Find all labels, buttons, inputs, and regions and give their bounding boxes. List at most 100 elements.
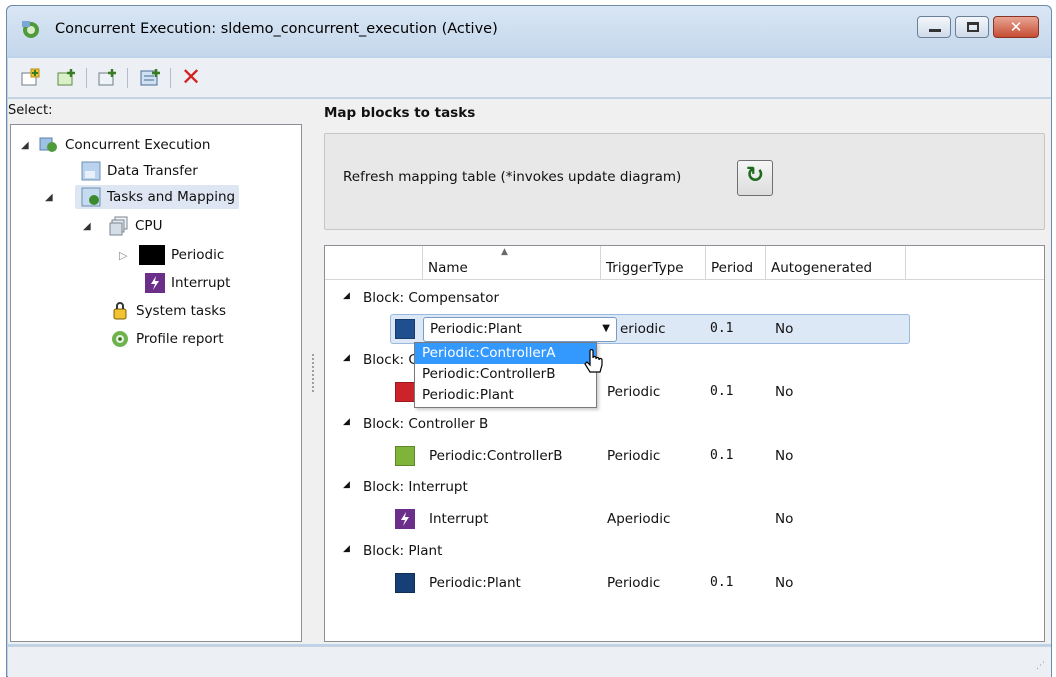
- refresh-icon: ↻: [745, 163, 765, 188]
- group-row[interactable]: ◢ Block: Compensator: [325, 284, 1044, 314]
- table-row[interactable]: Periodic:ControllerB Periodic 0.1 No: [325, 441, 1044, 472]
- group-row[interactable]: ◢ Block: Controller B: [325, 410, 1044, 440]
- tree-item-periodic[interactable]: ▷ Periodic: [119, 243, 225, 267]
- system-tasks-icon: [113, 302, 127, 320]
- dropdown-option[interactable]: Periodic:Plant: [415, 385, 596, 406]
- tree-panel: ◢ Concurrent Execution Data Transfer ◢ T…: [10, 124, 302, 642]
- mouse-cursor-icon: [584, 349, 603, 373]
- collapse-icon[interactable]: ◢: [343, 417, 350, 427]
- collapse-icon[interactable]: ◢: [45, 192, 53, 203]
- status-bar: ⋰: [8, 646, 1051, 677]
- trigger-type-cell: Aperiodic: [607, 511, 671, 527]
- add-task-icon[interactable]: [19, 67, 41, 89]
- tree-item-label: Interrupt: [171, 275, 231, 291]
- mapping-table: ▲ Name TriggerType Period Autogenerated …: [324, 245, 1045, 642]
- table-row[interactable]: Interrupt Aperiodic No: [325, 504, 1044, 535]
- period-cell: 0.1: [710, 448, 734, 463]
- table-header: ▲ Name TriggerType Period Autogenerated: [325, 246, 1044, 280]
- tree-item-label: CPU: [135, 218, 163, 234]
- period-cell: 0.1: [710, 321, 734, 336]
- column-header-autogenerated[interactable]: Autogenerated: [766, 246, 906, 280]
- panel-splitter[interactable]: [312, 354, 315, 392]
- periodic-icon: [139, 245, 165, 265]
- column-header-triggertype[interactable]: TriggerType: [601, 246, 706, 280]
- tasks-mapping-icon: [81, 187, 101, 207]
- block-color-swatch: [395, 573, 415, 593]
- task-select-dropdown[interactable]: Periodic:Plant ▼: [423, 317, 617, 342]
- app-window: Concurrent Execution: sldemo_concurrent_…: [6, 5, 1052, 677]
- dropdown-option[interactable]: Periodic:ControllerA: [415, 343, 596, 364]
- add-aperiodic-task-icon[interactable]: [96, 67, 118, 89]
- interrupt-icon: [145, 273, 165, 293]
- tree-item-label: Periodic: [171, 247, 225, 263]
- tree-item-label: Data Transfer: [107, 163, 198, 179]
- trigger-type-cell: Periodic: [607, 448, 661, 464]
- group-row[interactable]: ◢ Block: Plant: [325, 537, 1044, 567]
- autogenerated-cell: No: [775, 384, 794, 400]
- select-label: Select:: [8, 103, 53, 118]
- close-icon: ✕: [1009, 18, 1023, 36]
- minimize-button[interactable]: [917, 16, 951, 38]
- refresh-button[interactable]: ↻: [737, 160, 773, 196]
- column-header-expander: [325, 246, 423, 280]
- refresh-label: Refresh mapping table (*invokes update d…: [343, 169, 682, 185]
- minimize-icon: [929, 29, 941, 32]
- period-cell: 0.1: [710, 575, 734, 590]
- column-header-period[interactable]: Period: [706, 246, 766, 280]
- column-header-name[interactable]: ▲ Name: [423, 246, 601, 280]
- interrupt-icon: [395, 509, 415, 529]
- collapse-icon[interactable]: ◢: [343, 544, 350, 554]
- autogenerated-cell: No: [775, 575, 794, 591]
- tree-item-interrupt[interactable]: Interrupt: [145, 271, 230, 295]
- window-title: Concurrent Execution: sldemo_concurrent_…: [55, 21, 498, 37]
- expand-icon[interactable]: ▷: [119, 249, 127, 262]
- name-cell: Periodic:ControllerB: [429, 448, 563, 464]
- add-profile-icon[interactable]: [139, 67, 161, 89]
- maximize-button[interactable]: [955, 16, 989, 38]
- concurrent-execution-icon: [39, 137, 57, 152]
- title-bar: Concurrent Execution: sldemo_concurrent_…: [7, 6, 1051, 56]
- refresh-panel: Refresh mapping table (*invokes update d…: [324, 133, 1045, 230]
- name-cell: Periodic:Plant: [429, 575, 521, 591]
- autogenerated-cell: No: [775, 321, 794, 337]
- collapse-icon[interactable]: ◢: [343, 291, 350, 301]
- tree-item-system-tasks[interactable]: System tasks: [110, 299, 226, 323]
- tree-item-cpu[interactable]: ◢ CPU: [83, 214, 163, 238]
- toolbar: ✕: [8, 58, 1051, 98]
- group-row[interactable]: ◢ Block: Interrupt: [325, 473, 1044, 503]
- delete-icon[interactable]: ✕: [181, 63, 201, 91]
- cpu-icon: [109, 216, 128, 236]
- autogenerated-cell: No: [775, 511, 794, 527]
- tree-item-concurrent-execution[interactable]: ◢ Concurrent Execution: [21, 133, 210, 157]
- tree-item-tasks-and-mapping[interactable]: ◢ Tasks and Mapping: [45, 185, 240, 209]
- tree-item-data-transfer[interactable]: Data Transfer: [81, 159, 198, 183]
- resize-grip-icon[interactable]: ⋰: [1036, 661, 1045, 671]
- data-transfer-icon: [81, 161, 101, 181]
- toolbar-separator: [127, 68, 128, 88]
- toolbar-separator: [86, 68, 87, 88]
- name-cell: Interrupt: [429, 511, 489, 527]
- trigger-type-cell: eriodic: [620, 321, 666, 337]
- profile-report-icon: [112, 331, 128, 347]
- dropdown-option[interactable]: Periodic:ControllerB: [415, 364, 596, 385]
- tree-item-profile-report[interactable]: Profile report: [110, 327, 224, 351]
- close-button[interactable]: ✕: [993, 16, 1039, 38]
- trigger-type-cell: Periodic: [607, 575, 661, 591]
- collapse-icon[interactable]: ◢: [343, 353, 350, 363]
- tree-item-label: Profile report: [136, 331, 224, 347]
- toolbar-separator: [170, 68, 171, 88]
- concurrent-execution-icon: [22, 21, 39, 38]
- collapse-icon[interactable]: ◢: [21, 140, 29, 151]
- maximize-icon: [967, 22, 979, 32]
- add-periodic-task-icon[interactable]: [55, 67, 77, 89]
- block-color-swatch: [395, 446, 415, 466]
- collapse-icon[interactable]: ◢: [343, 480, 350, 490]
- block-color-swatch: [395, 319, 415, 339]
- trigger-type-cell: Periodic: [607, 384, 661, 400]
- tree-item-label: System tasks: [136, 303, 227, 319]
- table-row[interactable]: Periodic:Plant Periodic 0.1 No: [325, 568, 1044, 599]
- autogenerated-cell: No: [775, 448, 794, 464]
- table-row[interactable]: Periodic:Plant ▼ eriodic 0.1 No: [325, 314, 1044, 345]
- collapse-icon[interactable]: ◢: [83, 221, 91, 232]
- block-color-swatch: [395, 382, 415, 402]
